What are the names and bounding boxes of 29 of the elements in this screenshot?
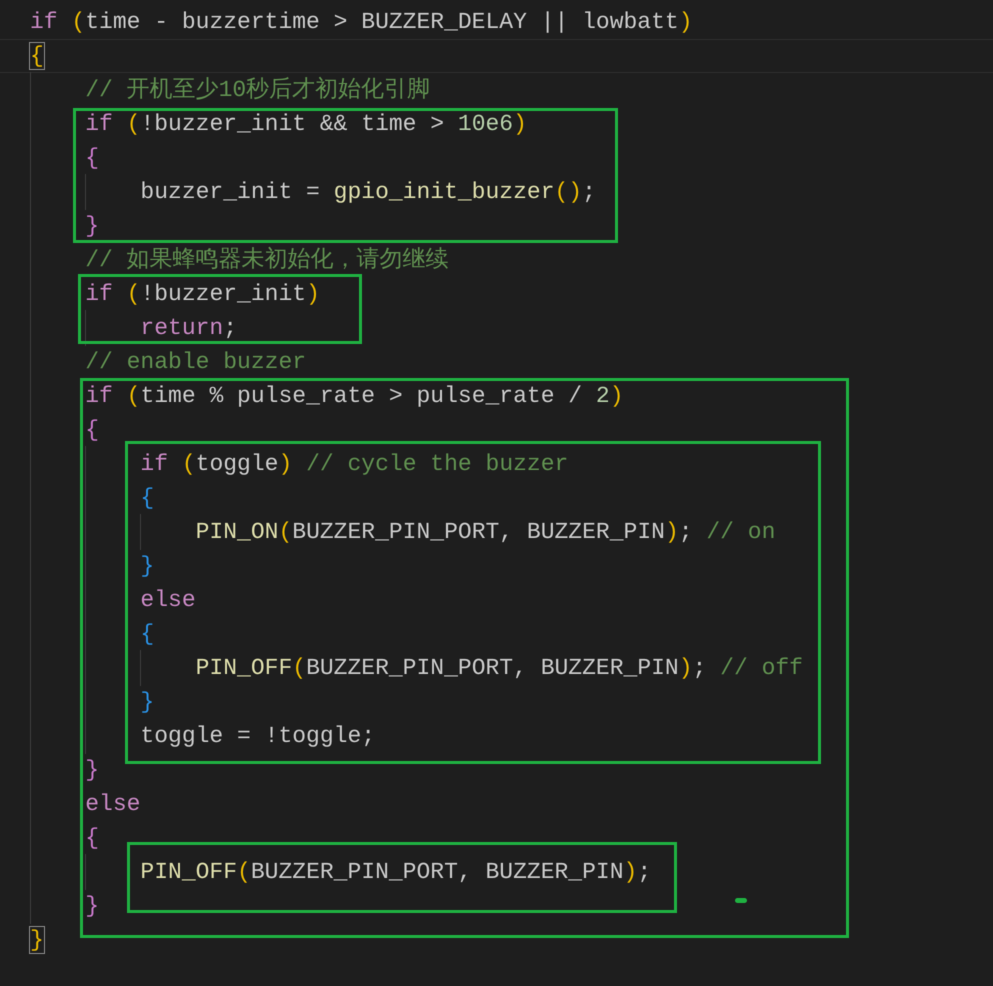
code-line: { bbox=[30, 42, 44, 71]
code-line: // enable buzzer bbox=[30, 346, 306, 378]
code-line: PIN_OFF(BUZZER_PIN_PORT, BUZZER_PIN); bbox=[30, 856, 652, 888]
code-line: buzzer_init = gpio_init_buzzer(); bbox=[30, 176, 596, 208]
code-line: { bbox=[30, 414, 100, 446]
code-line: if (time - buzzertime > BUZZER_DELAY || lowbatt) bbox=[30, 8, 693, 37]
code-line: // 开机至少10秒后才初始化引脚 bbox=[30, 74, 430, 106]
code-line: { bbox=[30, 618, 154, 650]
code-line: else bbox=[30, 584, 196, 616]
code-line: if (time % pulse_rate > pulse_rate / 2) bbox=[30, 380, 624, 412]
code-line: } bbox=[30, 754, 100, 786]
code-line: { bbox=[30, 142, 100, 174]
code-line: { bbox=[30, 482, 154, 514]
code-line: else bbox=[30, 788, 140, 820]
code-line: } bbox=[30, 210, 100, 242]
code-line: return; bbox=[30, 312, 238, 344]
dash-mark bbox=[735, 898, 747, 903]
code-line: if (toggle) // cycle the buzzer bbox=[30, 448, 568, 480]
code-line: } bbox=[30, 550, 154, 582]
code-line: } bbox=[30, 890, 100, 922]
code-line: } bbox=[30, 926, 44, 955]
code-line: if (!buzzer_init) bbox=[30, 278, 320, 310]
code-line: PIN_ON(BUZZER_PIN_PORT, BUZZER_PIN); // on bbox=[30, 516, 776, 548]
code-line: { bbox=[30, 822, 100, 854]
code-line: PIN_OFF(BUZZER_PIN_PORT, BUZZER_PIN); // off bbox=[30, 652, 803, 684]
code-line: // 如果蜂鸣器未初始化，请勿继续 bbox=[30, 244, 449, 276]
code-line: toggle = !toggle; bbox=[30, 720, 376, 752]
code-line: } bbox=[30, 686, 154, 718]
code-line: if (!buzzer_init && time > 10e6) bbox=[30, 108, 527, 140]
